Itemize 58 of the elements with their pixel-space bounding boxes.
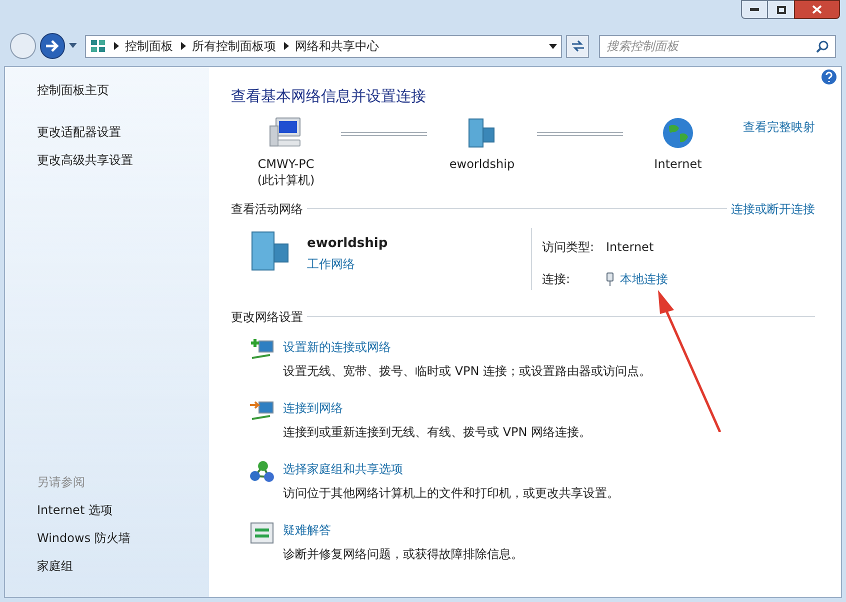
sidebar-link[interactable]: 更改高级共享设置 <box>37 151 209 169</box>
network-type-link[interactable]: 工作网络 <box>307 255 388 273</box>
task-link[interactable]: 连接到网络 <box>283 398 592 416</box>
help-icon[interactable] <box>821 69 837 85</box>
minimize-button[interactable] <box>741 0 768 19</box>
access-type-label: 访问类型: <box>542 238 596 256</box>
connect-disconnect-link[interactable]: 连接或断开连接 <box>731 200 815 218</box>
task-description: 访问位于其他网络计算机上的文件和打印机，或更改共享设置。 <box>283 484 619 502</box>
task-description: 连接到或重新连接到无线、有线、拨号或 VPN 网络连接。 <box>283 424 592 440</box>
address-bar[interactable]: 控制面板 所有控制面板项 网络和共享中心 <box>85 34 562 58</box>
forward-arrow-icon <box>45 40 60 52</box>
network-name: eworldship <box>307 234 388 252</box>
homegroup-icon <box>249 460 275 484</box>
troubleshoot-icon <box>249 520 275 544</box>
chevron-icon[interactable] <box>114 42 120 50</box>
task-link[interactable]: 选择家庭组和共享选项 <box>283 460 619 478</box>
see-also-heading: 另请参阅 <box>37 474 86 491</box>
network-connect-icon <box>249 398 275 422</box>
search-icon <box>816 40 829 52</box>
task-link[interactable]: 疑难解答 <box>283 520 523 538</box>
maximize-button[interactable] <box>768 0 794 19</box>
full-map-link[interactable]: 查看完整映射 <box>743 118 815 136</box>
close-icon <box>812 5 822 14</box>
search-field[interactable]: 搜索控制面板 <box>599 34 836 58</box>
sidebar-link[interactable]: 控制面板主页 <box>37 81 209 99</box>
task-description: 设置无线、宽带、拨号、临时或 VPN 连接；或设置路由器或访问点。 <box>283 362 652 380</box>
chevron-icon[interactable] <box>181 42 186 50</box>
search-input[interactable]: 搜索控制面板 <box>606 37 816 55</box>
close-button[interactable] <box>794 0 840 19</box>
task-link[interactable]: 设置新的连接或网络 <box>283 338 652 356</box>
dropdown-caret-icon[interactable] <box>69 43 78 49</box>
map-node-label[interactable]: eworldship <box>449 156 515 172</box>
task-description: 诊断并修复网络问题，或获得故障排除信息。 <box>283 546 523 562</box>
network-setup-icon <box>249 338 275 362</box>
local-connection-link[interactable]: 本地连接 <box>620 270 668 288</box>
section-heading: 查看活动网络 <box>231 200 303 218</box>
access-type-value: Internet <box>606 238 655 256</box>
sidebar-link[interactable]: 更改适配器设置 <box>37 123 209 141</box>
refresh-icon <box>570 40 585 52</box>
connection-label: 连接: <box>542 270 572 288</box>
breadcrumb[interactable]: 所有控制面板项 <box>192 37 276 55</box>
page-title: 查看基本网络信息并设置连接 <box>231 86 427 107</box>
ethernet-icon <box>606 272 614 286</box>
control-panel-icon <box>90 38 106 54</box>
map-node-label[interactable]: CMWY-PC (此计算机) <box>257 156 315 188</box>
history-caret-icon[interactable] <box>548 44 557 48</box>
see-also-link[interactable]: Windows 防火墙 <box>37 529 209 547</box>
refresh-button[interactable] <box>566 34 590 58</box>
chevron-icon[interactable] <box>284 42 290 50</box>
see-also-link[interactable]: 家庭组 <box>37 557 209 575</box>
server-icon <box>249 230 291 272</box>
see-also-link[interactable]: Internet 选项 <box>37 501 209 519</box>
section-heading: 更改网络设置 <box>231 308 303 326</box>
breadcrumb[interactable]: 控制面板 <box>125 37 174 55</box>
map-node-label[interactable]: Internet <box>654 156 702 172</box>
breadcrumb[interactable]: 网络和共享中心 <box>295 37 380 55</box>
forward-button[interactable] <box>40 33 66 59</box>
globe-icon <box>661 116 695 150</box>
